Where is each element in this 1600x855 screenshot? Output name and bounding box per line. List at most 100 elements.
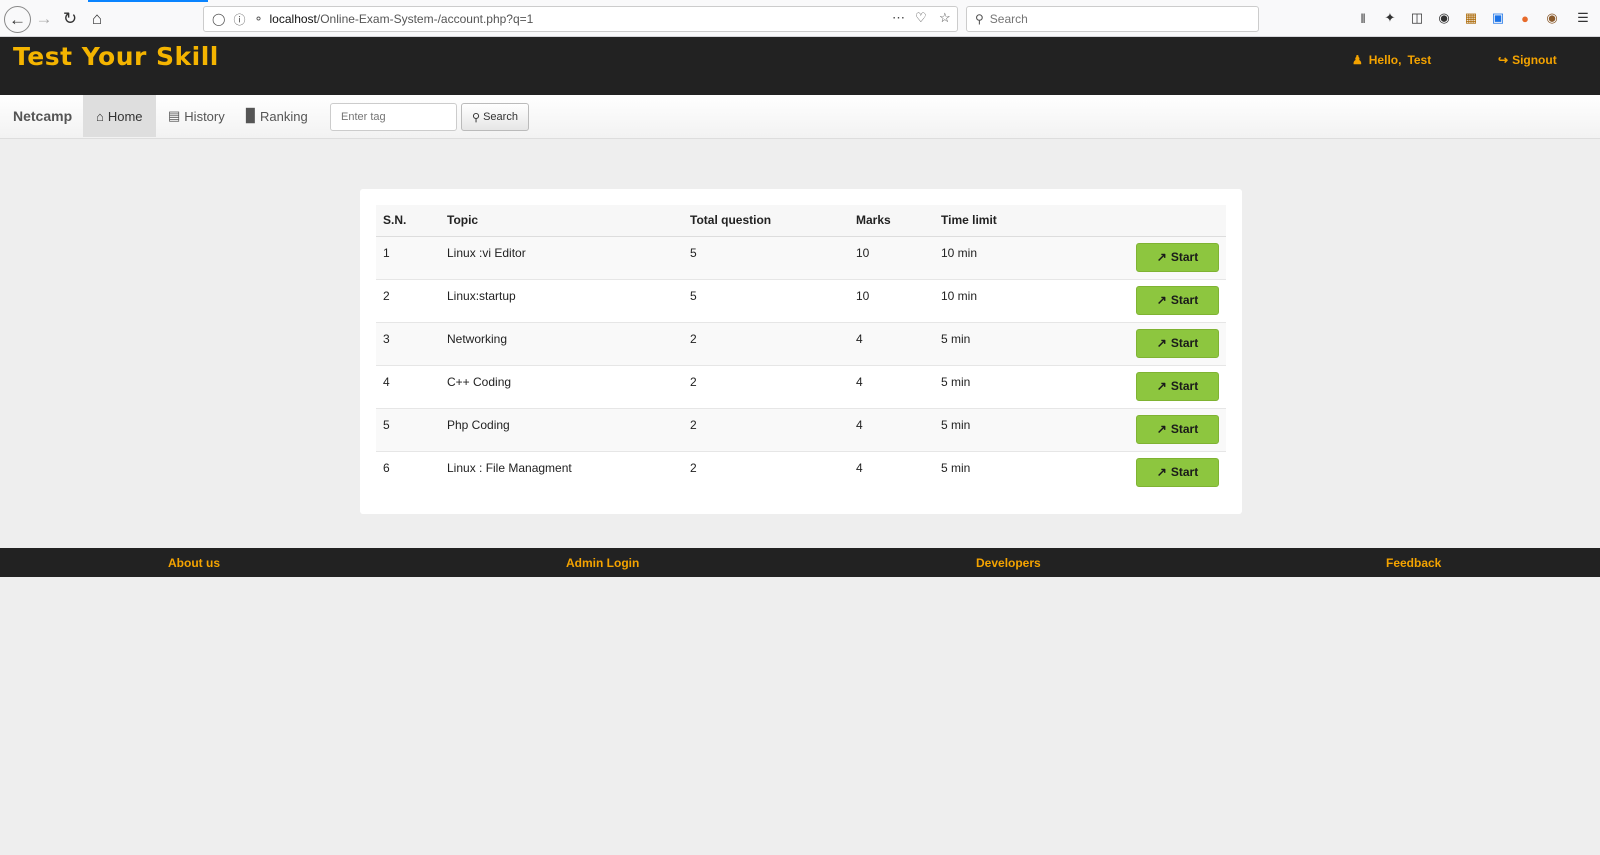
cell-marks: 4 bbox=[849, 408, 934, 452]
tag-search-button[interactable]: ⚲ Search bbox=[461, 103, 529, 131]
tag-search-input[interactable] bbox=[330, 103, 457, 131]
cell-marks: 4 bbox=[849, 451, 934, 494]
column-header-total-question: Total question bbox=[683, 205, 849, 237]
cell-topic: Networking bbox=[440, 322, 683, 366]
extension-cookie-icon[interactable]: ◉ bbox=[1544, 10, 1560, 26]
start-button[interactable]: ↗ Start bbox=[1136, 371, 1219, 401]
cell-time-limit: 5 min bbox=[934, 322, 1084, 366]
url-host: localhost bbox=[269, 12, 317, 26]
log-out-icon: ↪ bbox=[1498, 53, 1509, 67]
nav-item-history[interactable]: ▤ History bbox=[155, 95, 238, 137]
external-link-icon: ↗ bbox=[1156, 293, 1167, 307]
cell-action: ↗ Start bbox=[1084, 408, 1226, 452]
user-icon: ♟ bbox=[1352, 53, 1363, 67]
active-tab-indicator bbox=[88, 0, 208, 2]
table-row: 5 Php Coding 2 4 5 min ↗ Start bbox=[376, 408, 1226, 452]
pocket-icon[interactable]: ♡ bbox=[915, 10, 927, 26]
start-button[interactable]: ↗ Start bbox=[1136, 242, 1219, 272]
user-name-link[interactable]: Test bbox=[1407, 53, 1431, 67]
address-bar[interactable]: ◯ ⓘ ⚬ localhost/Online-Exam-System-/acco… bbox=[203, 6, 958, 32]
search-icon: ⚲ bbox=[472, 111, 481, 124]
start-button-label: Start bbox=[1170, 379, 1199, 393]
user-greeting: ♟ Hello, Test bbox=[1352, 53, 1431, 67]
list-icon: ▤ bbox=[168, 108, 181, 123]
signout-link[interactable]: ↪ Signout bbox=[1498, 53, 1557, 67]
cell-total-question: 5 bbox=[683, 279, 849, 323]
menu-icon[interactable]: ☰ bbox=[1575, 10, 1591, 26]
bar-chart-icon: ▉ bbox=[246, 108, 256, 123]
sidebar-icon[interactable]: ◫ bbox=[1409, 10, 1425, 26]
browser-search-box[interactable]: ⚲ bbox=[966, 6, 1259, 32]
footer-link-developers[interactable]: Developers bbox=[976, 556, 1041, 570]
account-icon[interactable]: ◉ bbox=[1436, 10, 1452, 26]
extension-webdev-icon[interactable]: ▦ bbox=[1463, 10, 1479, 26]
cell-sn: 6 bbox=[376, 451, 440, 494]
cell-marks: 10 bbox=[849, 236, 934, 280]
cell-marks: 4 bbox=[849, 322, 934, 366]
extension-ball-icon[interactable]: ● bbox=[1517, 10, 1533, 26]
cell-time-limit: 10 min bbox=[934, 236, 1084, 280]
info-icon[interactable]: ⓘ bbox=[233, 11, 245, 28]
column-header-topic: Topic bbox=[440, 205, 683, 237]
hello-label: Hello, bbox=[1368, 53, 1402, 67]
shield-icon: ◯ bbox=[212, 12, 226, 26]
external-link-icon: ↗ bbox=[1156, 379, 1167, 393]
reload-icon[interactable]: ↻ bbox=[57, 6, 83, 32]
site-header: Test Your Skill ♟ Hello, Test ↪ Signout bbox=[0, 37, 1600, 95]
cell-topic: Linux : File Managment bbox=[440, 451, 683, 494]
extensions-icon[interactable]: ✦ bbox=[1382, 10, 1398, 26]
cell-action: ↗ Start bbox=[1084, 236, 1226, 280]
start-button[interactable]: ↗ Start bbox=[1136, 414, 1219, 444]
nav-item-ranking[interactable]: ▉ Ranking bbox=[233, 95, 321, 137]
cell-action: ↗ Start bbox=[1084, 451, 1226, 494]
nav-history-label: History bbox=[184, 108, 225, 124]
footer-link-feedback[interactable]: Feedback bbox=[1386, 556, 1441, 570]
external-link-icon: ↗ bbox=[1156, 336, 1167, 350]
footer-link-about[interactable]: About us bbox=[168, 556, 220, 570]
cell-topic: C++ Coding bbox=[440, 365, 683, 409]
home-icon[interactable]: ⌂ bbox=[84, 6, 110, 32]
start-button-label: Start bbox=[1170, 293, 1199, 307]
table-row: 1 Linux :vi Editor 5 10 10 min ↗ Start bbox=[376, 236, 1226, 280]
cell-action: ↗ Start bbox=[1084, 279, 1226, 323]
start-button-label: Start bbox=[1170, 422, 1199, 436]
external-link-icon: ↗ bbox=[1156, 250, 1167, 264]
cell-total-question: 2 bbox=[683, 408, 849, 452]
site-logo: Test Your Skill bbox=[13, 42, 219, 71]
key-icon: ⚬ bbox=[253, 12, 264, 26]
table-row: 4 C++ Coding 2 4 5 min ↗ Start bbox=[376, 365, 1226, 409]
table-header-row: S.N. Topic Total question Marks Time lim… bbox=[376, 205, 1226, 237]
cell-marks: 4 bbox=[849, 365, 934, 409]
start-button-label: Start bbox=[1170, 250, 1199, 264]
start-button[interactable]: ↗ Start bbox=[1136, 328, 1219, 358]
nav-item-home[interactable]: ⌂ Home bbox=[83, 95, 156, 137]
home-icon: ⌂ bbox=[96, 108, 104, 124]
extension-s-icon[interactable]: ▣ bbox=[1490, 10, 1506, 26]
cell-topic: Linux :vi Editor bbox=[440, 236, 683, 280]
table-row: 2 Linux:startup 5 10 10 min ↗ Start bbox=[376, 279, 1226, 323]
cell-topic: Php Coding bbox=[440, 408, 683, 452]
column-header-sn: S.N. bbox=[376, 205, 440, 237]
cell-sn: 4 bbox=[376, 365, 440, 409]
start-button[interactable]: ↗ Start bbox=[1136, 285, 1219, 315]
table-row: 6 Linux : File Managment 2 4 5 min ↗ Star… bbox=[376, 451, 1226, 494]
column-header-action bbox=[1084, 205, 1226, 237]
footer-link-admin-login[interactable]: Admin Login bbox=[566, 556, 639, 570]
library-icon[interactable]: ‖ bbox=[1355, 10, 1371, 26]
bookmark-star-icon[interactable]: ☆ bbox=[939, 10, 951, 26]
start-button-label: Start bbox=[1170, 465, 1199, 479]
search-button-label: Search bbox=[483, 111, 518, 123]
cell-total-question: 5 bbox=[683, 236, 849, 280]
cell-time-limit: 5 min bbox=[934, 365, 1084, 409]
more-icon[interactable]: ⋯ bbox=[892, 10, 905, 26]
navbar-brand[interactable]: Netcamp bbox=[13, 108, 72, 124]
back-arrow-icon[interactable]: ← bbox=[4, 6, 31, 33]
start-button[interactable]: ↗ Start bbox=[1136, 457, 1219, 487]
browser-search-input[interactable] bbox=[989, 12, 1230, 26]
external-link-icon: ↗ bbox=[1156, 422, 1167, 436]
main-navbar: Netcamp ⌂ Home ▤ History ▉ Ranking ⚲ Sea… bbox=[0, 95, 1600, 139]
cell-topic: Linux:startup bbox=[440, 279, 683, 323]
cell-sn: 1 bbox=[376, 236, 440, 280]
search-icon: ⚲ bbox=[975, 12, 984, 26]
forward-arrow-icon[interactable]: → bbox=[31, 6, 57, 32]
